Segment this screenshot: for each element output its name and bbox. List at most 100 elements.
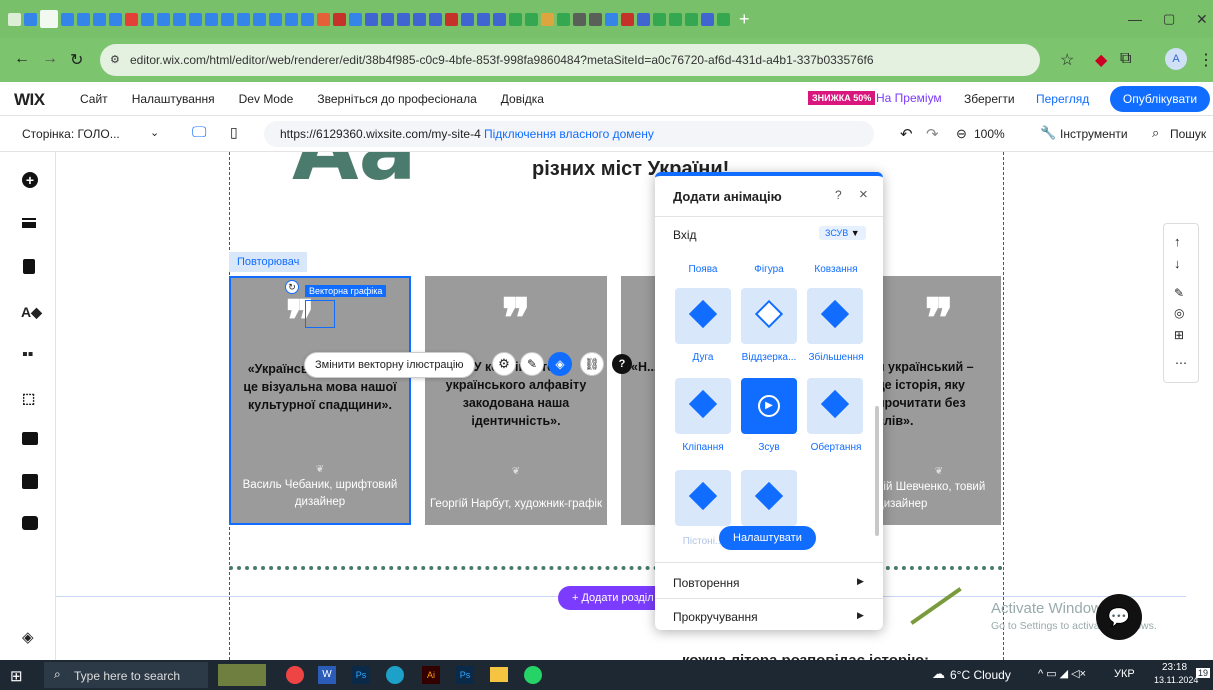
browser-tab[interactable] xyxy=(397,12,410,26)
discount-badge[interactable]: ЗНИЖКА 50% xyxy=(808,91,876,105)
site-info-icon[interactable]: ⚙ xyxy=(110,44,120,76)
vector-selection-box[interactable] xyxy=(305,300,335,328)
animation-icon[interactable]: ◈ xyxy=(548,352,572,376)
browser-tab[interactable] xyxy=(717,12,730,26)
photoshop-icon-2[interactable]: Ps xyxy=(456,666,474,684)
move-down-icon[interactable]: ↓ xyxy=(1174,256,1181,271)
chrome-icon[interactable] xyxy=(286,666,304,684)
browser-tab[interactable] xyxy=(125,12,138,26)
more-icon[interactable]: ⋯ xyxy=(1175,356,1187,370)
repeater-tag[interactable]: Повторювач xyxy=(229,252,308,272)
settings-gear-icon[interactable]: ⚙ xyxy=(492,352,516,376)
connect-domain-link[interactable]: Підключення власного домену xyxy=(484,127,654,141)
extension-icon[interactable]: ◆ xyxy=(1095,50,1107,70)
url-input[interactable]: ⚙ editor.wix.com/html/editor/web/rendere… xyxy=(100,44,1040,76)
photoshop-icon[interactable]: Ps xyxy=(352,666,370,684)
file-explorer-icon[interactable] xyxy=(490,667,508,682)
browser-tab[interactable] xyxy=(269,12,282,26)
anim-bounce[interactable] xyxy=(675,470,731,526)
browser-tab[interactable] xyxy=(557,12,570,26)
bottom-text[interactable]: кожна літера розповідає історію: xyxy=(682,652,929,660)
browser-tab[interactable] xyxy=(445,12,458,26)
browser-tab[interactable] xyxy=(653,12,666,26)
undo-icon[interactable]: ↶ xyxy=(900,125,913,143)
apps-icon[interactable]: ▪▪ xyxy=(22,347,33,363)
browser-tab[interactable] xyxy=(205,12,218,26)
publish-button[interactable]: Опублікувати xyxy=(1110,86,1210,112)
browser-tab[interactable] xyxy=(301,12,314,26)
browser-tab[interactable] xyxy=(61,12,74,26)
browser-tab[interactable] xyxy=(189,12,202,26)
browser-tab[interactable] xyxy=(349,12,362,26)
repeat-row[interactable]: Повторення ▶ xyxy=(655,572,883,596)
mobile-view-icon[interactable]: ▯ xyxy=(230,124,238,141)
wix-menu-item[interactable]: Сайт xyxy=(80,92,108,106)
wix-menu-item[interactable]: Зверніться до професіонала xyxy=(317,92,476,106)
chevron-down-icon[interactable]: ⌄ xyxy=(150,126,159,139)
back-icon[interactable]: ← xyxy=(14,50,30,68)
browser-tab[interactable] xyxy=(429,12,442,26)
browser-tab[interactable] xyxy=(685,12,698,26)
wix-menu-item[interactable]: Довідка xyxy=(501,92,544,106)
customize-button[interactable]: Налаштувати xyxy=(719,526,816,550)
scroll-row[interactable]: Прокручування ▶ xyxy=(655,606,883,630)
grid-icon[interactable]: ⊞ xyxy=(1174,328,1184,342)
browser-tab[interactable] xyxy=(40,10,58,28)
zoom-level[interactable]: 100% xyxy=(974,127,1005,141)
browser-tab[interactable] xyxy=(637,12,650,26)
close-icon[interactable]: ✕ xyxy=(1196,11,1208,28)
save-button[interactable]: Зберегти xyxy=(964,92,1015,106)
edge-icon[interactable] xyxy=(386,666,404,684)
bookmark-star-icon[interactable]: ☆ xyxy=(1060,50,1074,70)
browser-menu-icon[interactable]: ⋮ xyxy=(1198,50,1213,70)
browser-tab[interactable] xyxy=(669,12,682,26)
editor-canvas[interactable]: Аа різних міст України! Повторювач ❞ «Ук… xyxy=(56,152,1186,660)
media-icon[interactable] xyxy=(22,432,38,445)
panel-scrollbar[interactable] xyxy=(875,406,879,536)
browser-tab[interactable] xyxy=(173,12,186,26)
vector-tag[interactable]: Векторна графіка xyxy=(305,285,387,297)
link-icon[interactable]: ⛓ xyxy=(580,352,604,376)
browser-tab[interactable] xyxy=(477,12,490,26)
browser-tab[interactable] xyxy=(493,12,506,26)
cms-icon[interactable] xyxy=(22,474,38,489)
forward-icon[interactable]: → xyxy=(42,50,58,68)
wix-logo[interactable]: WIX xyxy=(14,90,45,110)
wix-menu-item[interactable]: Налаштування xyxy=(132,92,215,106)
browser-tab[interactable] xyxy=(525,12,538,26)
search-icon[interactable]: ⌕ xyxy=(1152,125,1159,141)
taskbar-app-icon[interactable] xyxy=(218,664,266,686)
tools-icon[interactable]: 🔧 xyxy=(1040,125,1056,141)
minimize-icon[interactable]: — xyxy=(1128,11,1142,27)
rotate-handle-icon[interactable]: ↻ xyxy=(285,280,299,294)
anim-flicker[interactable] xyxy=(675,378,731,434)
wix-menu-item[interactable]: Dev Mode xyxy=(239,92,294,106)
layers-icon[interactable]: ◈ xyxy=(22,628,34,646)
clock-date[interactable]: 13.11.2024 xyxy=(1154,675,1198,685)
search-button[interactable]: Пошук xyxy=(1170,127,1206,141)
browser-tab[interactable] xyxy=(77,12,90,26)
layers-stack-icon[interactable]: ◎ xyxy=(1174,306,1184,320)
add-section-button[interactable]: + Додати розділ xyxy=(558,586,668,610)
browser-tab[interactable] xyxy=(141,12,154,26)
move-up-icon[interactable]: ↑ xyxy=(1174,234,1181,249)
language-indicator[interactable]: УКР xyxy=(1114,668,1135,680)
browser-tab[interactable] xyxy=(157,12,170,26)
tab-list-icon[interactable] xyxy=(8,12,21,26)
panel-help-icon[interactable]: ? xyxy=(835,188,842,202)
word-icon[interactable]: W xyxy=(318,666,336,684)
browser-tab[interactable] xyxy=(253,12,266,26)
browser-tab[interactable] xyxy=(509,12,522,26)
whatsapp-icon[interactable] xyxy=(524,666,542,684)
pen-icon[interactable]: ✎ xyxy=(1174,286,1184,300)
quote-mark-icon[interactable]: ❞ xyxy=(191,293,409,360)
entry-dropdown[interactable]: ЗСУВ ▼ xyxy=(819,226,866,240)
reload-icon[interactable]: ↻ xyxy=(70,50,83,70)
pages-icon[interactable] xyxy=(23,259,35,274)
weather-text[interactable]: 6°C Cloudy xyxy=(950,668,1011,682)
anim-mirror[interactable] xyxy=(741,288,797,344)
tray-icons[interactable]: ^ ▭ ◢ ◁× xyxy=(1038,667,1086,680)
add-elements-icon[interactable]: + xyxy=(22,172,38,188)
zoom-icon[interactable]: ⊖ xyxy=(956,126,967,142)
browser-tab[interactable] xyxy=(333,12,346,26)
